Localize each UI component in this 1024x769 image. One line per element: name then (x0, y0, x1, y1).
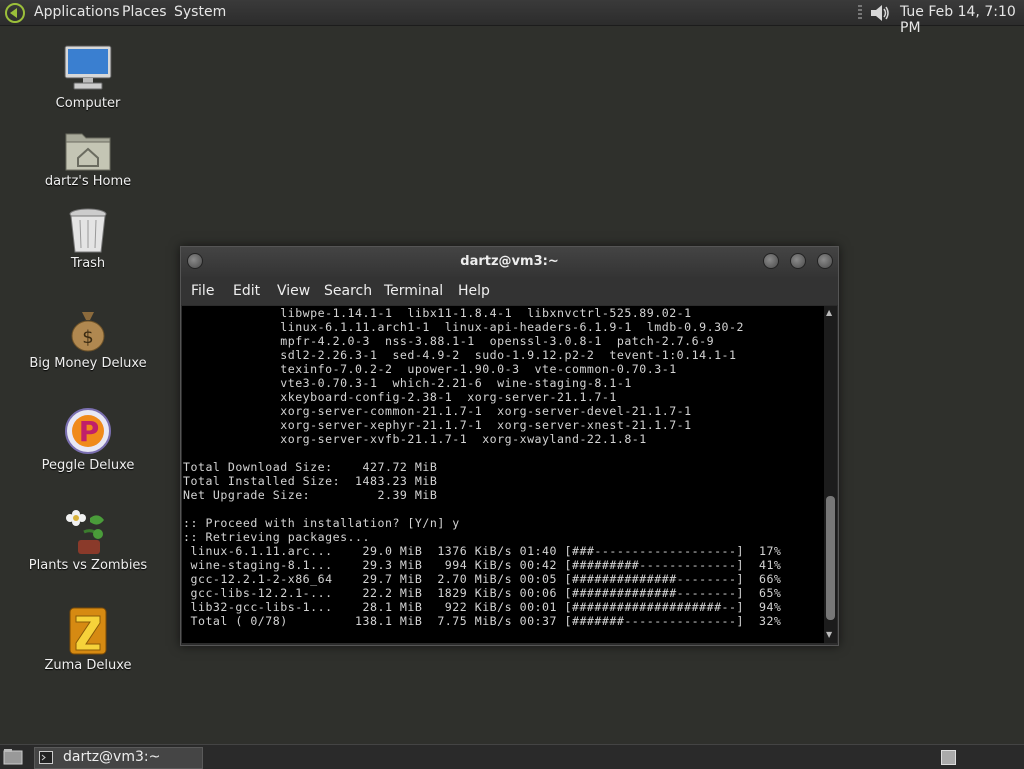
desktop-icon-label: dartz's Home (44, 174, 132, 189)
workspace-switcher[interactable] (941, 750, 956, 765)
scroll-thumb[interactable] (826, 496, 835, 620)
menu-help[interactable]: Help (458, 283, 490, 299)
close-button[interactable] (817, 253, 833, 269)
peggle-icon: P (65, 408, 111, 454)
computer-icon (64, 45, 112, 90)
show-desktop-icon[interactable] (3, 748, 23, 765)
top-panel: Applications Places System Tue Feb 14, 7… (0, 0, 1024, 36)
svg-text:P: P (79, 415, 100, 448)
menu-terminal[interactable]: Terminal (384, 283, 443, 299)
desktop-icon-zuma[interactable]: Zuma Deluxe (18, 606, 158, 673)
places-menu[interactable]: Places (122, 4, 167, 20)
terminal-output[interactable]: libwpe-1.14.1-1 libx11-1.8.4-1 libxnvctr… (182, 306, 824, 643)
panel-handle[interactable] (857, 3, 863, 23)
menu-edit[interactable]: Edit (233, 283, 260, 299)
desktop-icon-label: Peggle Deluxe (41, 458, 135, 473)
minimize-button[interactable] (763, 253, 779, 269)
desktop-icon-label: Trash (70, 256, 106, 271)
terminal-text: libwpe-1.14.1-1 libx11-1.8.4-1 libxnvctr… (183, 306, 782, 628)
desktop-icon-home[interactable]: dartz's Home (18, 128, 158, 189)
desktop-icon-computer[interactable]: Computer (18, 44, 158, 111)
gnome-foot-icon[interactable] (4, 2, 26, 24)
applications-menu[interactable]: Applications (34, 4, 120, 20)
desktop-icon-big-money[interactable]: $ Big Money Deluxe (18, 308, 158, 371)
desktop-icon-label: Zuma Deluxe (44, 658, 132, 673)
terminal-icon (39, 751, 53, 764)
menu-search[interactable]: Search (324, 283, 372, 299)
desktop-icon-label: Computer (55, 96, 121, 111)
terminal-menubar: File Edit View Search Terminal Help (181, 277, 838, 305)
taskbar-window-button[interactable]: dartz@vm3:~ (34, 747, 203, 769)
scroll-down-icon[interactable]: ▼ (826, 630, 832, 639)
desktop-icon-label: Big Money Deluxe (29, 356, 147, 371)
desktop-icon-plants[interactable]: Plants vs Zombies (18, 506, 158, 573)
plants-icon (66, 510, 104, 554)
money-bag-icon: $ (71, 312, 105, 352)
svg-text:$: $ (82, 327, 93, 348)
window-title: dartz@vm3:~ (460, 254, 559, 269)
trash-icon (69, 208, 107, 253)
desktop-icon-label: Plants vs Zombies (28, 558, 148, 573)
zuma-icon (69, 607, 107, 655)
system-menu[interactable]: System (174, 4, 226, 20)
desktop-icon-peggle[interactable]: P Peggle Deluxe (18, 406, 158, 473)
terminal-scrollbar[interactable]: ▲ ▼ (824, 306, 837, 643)
clock[interactable]: Tue Feb 14, 7:10 PM (900, 4, 1024, 36)
volume-icon[interactable] (868, 2, 892, 24)
terminal-window[interactable]: dartz@vm3:~ File Edit View Search Termin… (180, 246, 839, 646)
menu-file[interactable]: File (191, 283, 214, 299)
bottom-panel: dartz@vm3:~ (0, 744, 1024, 769)
scroll-up-icon[interactable]: ▲ (826, 308, 832, 317)
taskbar-window-label: dartz@vm3:~ (63, 749, 161, 765)
window-titlebar[interactable]: dartz@vm3:~ (181, 247, 838, 277)
desktop-icon-trash[interactable]: Trash (18, 208, 158, 271)
maximize-button[interactable] (790, 253, 806, 269)
menu-view[interactable]: View (277, 283, 310, 299)
home-folder-icon (65, 133, 111, 171)
